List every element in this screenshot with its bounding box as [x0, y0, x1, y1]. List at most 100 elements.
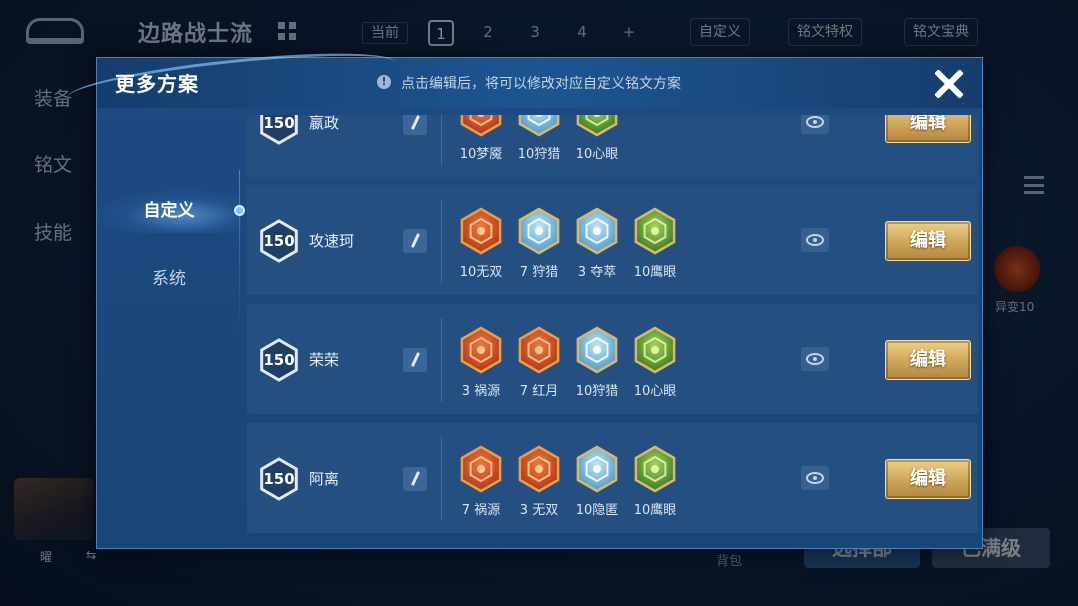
- rename-pen-icon[interactable]: [403, 467, 427, 491]
- level-badge: 150: [263, 470, 295, 488]
- preview-eye-icon[interactable]: [801, 466, 829, 490]
- rune-privilege-button[interactable]: 铭文特权: [788, 18, 862, 46]
- side-tab-runes[interactable]: 铭文: [34, 150, 72, 177]
- rune-label: 10心眼: [575, 147, 619, 162]
- close-button[interactable]: [929, 64, 969, 104]
- nav-tab-custom[interactable]: 自定义: [97, 189, 241, 233]
- modal-nav: 自定义 系统: [97, 108, 245, 548]
- rune-slot: 3 无双: [513, 445, 565, 518]
- hint-text: 点击编辑后，将可以修改对应自定义铭文方案: [401, 76, 681, 92]
- current-label: 当前: [362, 22, 408, 44]
- more-plans-modal: 更多方案 ! 点击编辑后，将可以修改对应自定义铭文方案 自定义 系统 150 嬴政…: [65, 42, 983, 549]
- rune-slot: 10心眼: [571, 115, 623, 162]
- rune-privilege-label: 铭文特权: [797, 24, 853, 40]
- hunt-rune-icon: [513, 115, 565, 141]
- rune-slot: 7 祸源: [455, 445, 507, 518]
- mutation-rune-icon: [994, 246, 1040, 292]
- edit-button[interactable]: 编辑: [885, 115, 971, 143]
- plan-row: 150 嬴政 10梦魇 10狩猎 10心眼 编辑: [247, 115, 978, 177]
- swap-icon[interactable]: ⇆: [86, 548, 96, 562]
- slot-2[interactable]: 2: [475, 20, 501, 46]
- rune-label: 3 夺萃: [577, 265, 617, 280]
- rune-slot: 3 祸源: [455, 326, 507, 399]
- rune-slot: 10鹰眼: [629, 445, 681, 518]
- rune-label: 10狩猎: [575, 384, 619, 399]
- rune-slot: 7 红月: [513, 326, 565, 399]
- plan-row: 150 阿离 7 祸源 3 无双 10隐匿 10鹰眼 编辑: [247, 423, 978, 533]
- rune-label: 10隐匿: [575, 503, 619, 518]
- rune-label: 10无双: [459, 265, 503, 280]
- rune-codex-label: 铭文宝典: [913, 24, 969, 40]
- plan-row: 150 攻速珂 10无双 7 狩猎 3 夺萃 10鹰眼 编辑: [247, 185, 978, 295]
- preview-eye-icon[interactable]: [801, 347, 829, 371]
- rune-slot: 10无双: [455, 207, 507, 280]
- info-icon: !: [377, 75, 391, 89]
- plan-name: 攻速珂: [309, 232, 355, 250]
- plan-list[interactable]: 150 嬴政 10梦魇 10狩猎 10心眼 编辑 150 攻速珂 10无双 7 狩猎 3 夺萃 10鹰…: [247, 115, 980, 549]
- rune-label: 7 红月: [519, 384, 559, 399]
- edit-button[interactable]: 编辑: [885, 340, 971, 380]
- grid-icon[interactable]: [278, 22, 296, 40]
- row-divider: [441, 199, 442, 283]
- edit-button[interactable]: 编辑: [885, 221, 971, 261]
- mind-eye-rune-icon: [629, 326, 681, 378]
- plan-row: 150 荣荣 3 祸源 7 红月 10狩猎 10心眼 编辑: [247, 304, 978, 414]
- plan-name: 荣荣: [309, 351, 340, 369]
- rename-pen-icon[interactable]: [403, 115, 427, 135]
- peerless-rune-icon: [513, 445, 565, 497]
- hero-name: 曜: [40, 550, 53, 564]
- rune-slot: 10鹰眼: [629, 207, 681, 280]
- rune-slot: 10狩猎: [571, 326, 623, 399]
- rune-slot: 10狩猎: [513, 115, 565, 162]
- calamity-rune-icon: [455, 445, 507, 497]
- rune-label: 7 祸源: [461, 503, 501, 518]
- row-divider: [441, 437, 442, 521]
- red-moon-rune-icon: [513, 326, 565, 378]
- stealth-rune-icon: [571, 445, 623, 497]
- rune-slot: 10隐匿: [571, 445, 623, 518]
- build-title: 边路战士流: [138, 22, 254, 47]
- row-divider: [441, 318, 442, 402]
- rune-slot: 7 狩猎: [513, 207, 565, 280]
- edit-button[interactable]: 编辑: [885, 459, 971, 499]
- hero-avatar[interactable]: [14, 478, 94, 540]
- slot-1[interactable]: 1: [428, 20, 454, 46]
- slot-4[interactable]: 4: [569, 20, 595, 46]
- rune-label: 3 无双: [519, 503, 559, 518]
- rune-label: 10鹰眼: [633, 265, 677, 280]
- nav-tab-system[interactable]: 系统: [97, 257, 241, 301]
- top-bar: 边路战士流 当前 1 2 3 4 + 自定义 铭文特权 铭文宝典: [0, 0, 1078, 64]
- hunt-rune-icon: [571, 326, 623, 378]
- rune-label: 7 狩猎: [519, 265, 559, 280]
- slot-3[interactable]: 3: [522, 20, 548, 46]
- rename-pen-icon[interactable]: [403, 348, 427, 372]
- back-logo-icon[interactable]: [26, 18, 84, 44]
- rune-label: 10鹰眼: [633, 503, 677, 518]
- level-badge: 150: [263, 351, 295, 369]
- modal-title: 更多方案: [115, 72, 199, 96]
- custom-button[interactable]: 自定义: [690, 18, 750, 46]
- side-tab-skills[interactable]: 技能: [34, 218, 72, 245]
- slot-add[interactable]: +: [616, 20, 642, 46]
- menu-icon[interactable]: [1024, 176, 1044, 194]
- rune-slot: 3 夺萃: [571, 207, 623, 280]
- nav-active-dot: [234, 205, 245, 216]
- extract-rune-icon: [571, 207, 623, 259]
- bag-label: 背包: [716, 554, 743, 569]
- modal-header: 更多方案 ! 点击编辑后，将可以修改对应自定义铭文方案: [65, 42, 982, 118]
- plan-name: 阿离: [309, 470, 340, 488]
- rename-pen-icon[interactable]: [403, 229, 427, 253]
- side-tab-equipment[interactable]: 装备: [34, 84, 72, 111]
- nightmare-rune-icon: [455, 115, 507, 141]
- rune-label: 3 祸源: [461, 384, 501, 399]
- rune-codex-button[interactable]: 铭文宝典: [904, 18, 978, 46]
- preview-eye-icon[interactable]: [801, 115, 829, 134]
- rune-slot: 10梦魇: [455, 115, 507, 162]
- rune-label: 10心眼: [633, 384, 677, 399]
- preview-eye-icon[interactable]: [801, 228, 829, 252]
- rune-label: 10梦魇: [459, 147, 503, 162]
- peerless-rune-icon: [455, 207, 507, 259]
- hunt-rune-icon: [513, 207, 565, 259]
- rune-label: 10狩猎: [517, 147, 561, 162]
- calamity-rune-icon: [455, 326, 507, 378]
